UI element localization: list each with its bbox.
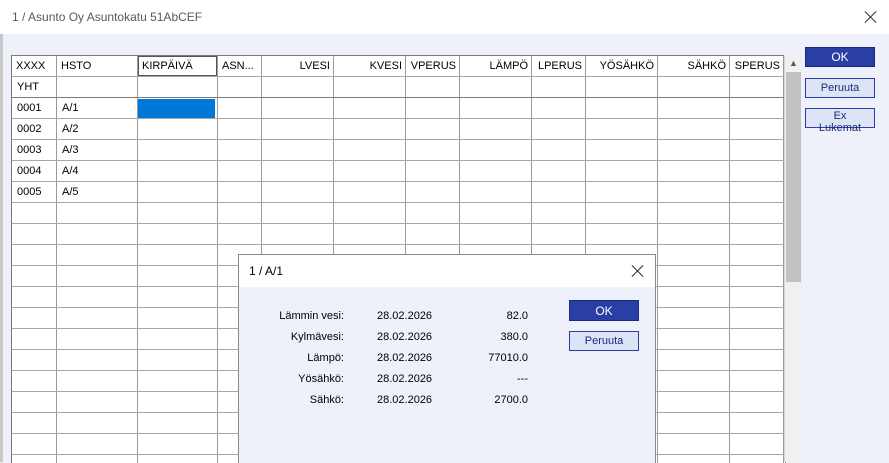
grid-row-line [12, 223, 785, 224]
col-header-kvesi[interactable]: KVESI [334, 56, 406, 76]
scroll-up-icon[interactable]: ▲ [785, 55, 802, 72]
dialog-close-icon[interactable] [629, 262, 647, 280]
reading-value: 77010.0 [488, 352, 528, 364]
col-header-yosahko[interactable]: YÖSÄHKÖ [586, 56, 658, 76]
row-id[interactable]: 0002 [12, 119, 57, 139]
col-header-hsto[interactable]: HSTO [57, 56, 138, 76]
reading-date: 28.02.2026 [377, 310, 433, 322]
selected-cell[interactable] [138, 99, 215, 118]
reading-label-lammin-vesi: Lämmin vesi: [279, 310, 344, 322]
reading-date: 28.02.2026 [377, 331, 433, 343]
total-row-label: YHT [17, 81, 39, 93]
row-id[interactable]: 0004 [12, 161, 57, 181]
reading-label-sahko: Sähkö: [309, 394, 344, 406]
col-header-xxxx[interactable]: XXXX [12, 56, 57, 76]
background-window-edge [0, 34, 3, 462]
row-hsto[interactable]: A/2 [57, 119, 138, 139]
row-hsto[interactable]: A/5 [57, 182, 138, 202]
reading-date: 28.02.2026 [377, 373, 433, 385]
grid-row-line [12, 202, 785, 203]
window-title: 1 / Asunto Oy Asuntokatu 51AbCEF [12, 10, 203, 24]
grid-scrollbar[interactable]: ▲ [784, 55, 802, 462]
col-header-sahko[interactable]: SÄHKÖ [658, 56, 730, 76]
grid-row-line [12, 76, 785, 77]
row-id[interactable]: 0001 [12, 98, 57, 118]
dialog-cancel-button[interactable]: Peruuta [569, 331, 639, 351]
reading-date: 28.02.2026 [377, 394, 433, 406]
cancel-button[interactable]: Peruuta [805, 78, 875, 98]
dialog-titlebar: 1 / A/1 [239, 255, 655, 287]
row-hsto[interactable]: A/3 [57, 140, 138, 160]
row-id[interactable]: 0003 [12, 140, 57, 160]
grid-row-line [12, 244, 785, 245]
reading-label-lampo: Lämpö: [307, 352, 344, 364]
reading-value: --- [517, 373, 528, 385]
reading-label-yosahko: Yösähkö: [298, 373, 344, 385]
ex-lukemat-button[interactable]: Ex Lukemat [805, 108, 875, 134]
close-icon[interactable] [862, 8, 880, 26]
window-titlebar: 1 / Asunto Oy Asuntokatu 51AbCEF [0, 0, 889, 34]
col-header-sperus[interactable]: SPERUS [730, 56, 784, 76]
col-header-asn[interactable]: ASN... [218, 56, 262, 76]
reading-value: 2700.0 [494, 394, 528, 406]
col-header-lperus[interactable]: LPERUS [532, 56, 586, 76]
row-id[interactable]: 0005 [12, 182, 57, 202]
scroll-thumb[interactable] [786, 72, 801, 282]
readings-dialog: 1 / A/1 Lämmin vesi: 28.02.2026 82.0 Kyl… [238, 254, 656, 463]
reading-label-kylmavesi: Kylmävesi: [290, 331, 344, 343]
col-header-vperus[interactable]: VPERUS [406, 56, 460, 76]
ok-button[interactable]: OK [805, 47, 875, 67]
row-hsto[interactable]: A/4 [57, 161, 138, 181]
reading-value: 82.0 [506, 310, 528, 322]
col-header-lampo[interactable]: LÄMPÖ [460, 56, 532, 76]
dialog-ok-button[interactable]: OK [569, 300, 639, 321]
col-header-kirpaiva[interactable]: KIRPÄIVÄ [138, 56, 218, 76]
reading-date: 28.02.2026 [377, 352, 433, 364]
reading-value: 380.0 [500, 331, 528, 343]
row-hsto[interactable]: A/1 [57, 98, 138, 118]
col-header-lvesi[interactable]: LVESI [262, 56, 334, 76]
dialog-title: 1 / A/1 [249, 264, 284, 278]
